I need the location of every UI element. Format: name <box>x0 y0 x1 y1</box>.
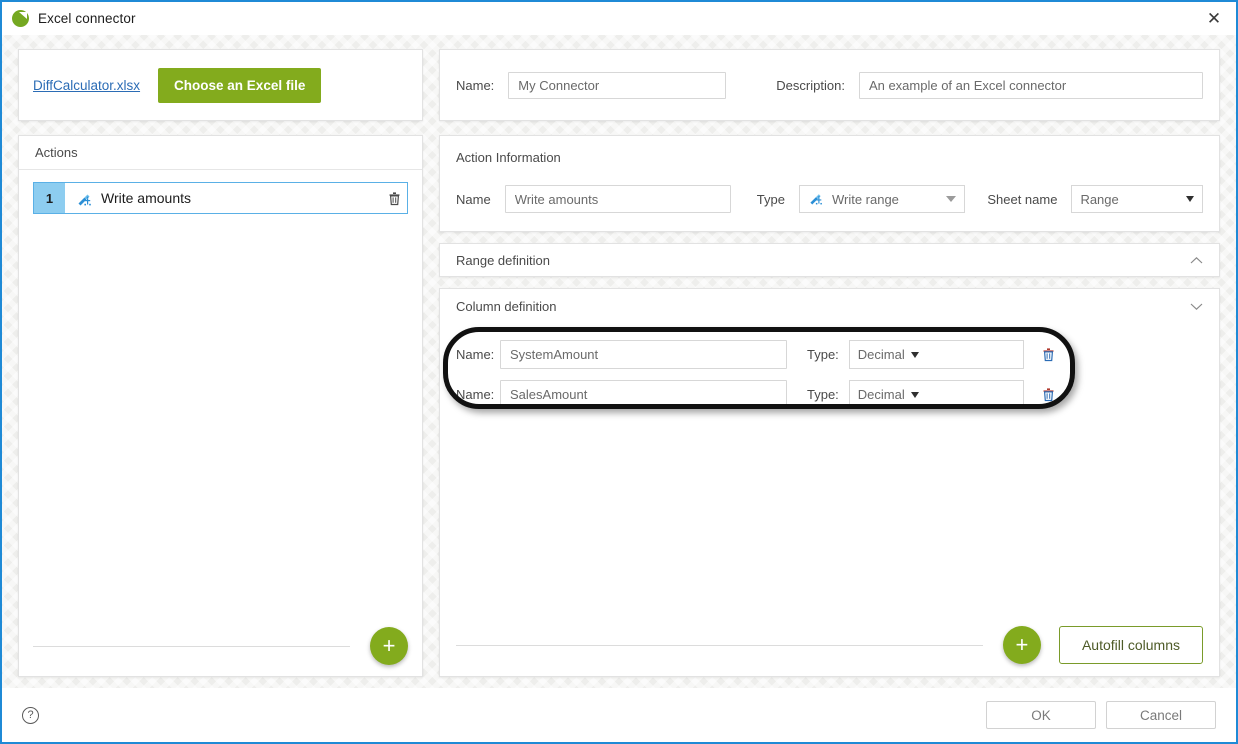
autofill-columns-button[interactable]: Autofill columns <box>1058 626 1203 664</box>
column-type-label: Type: <box>807 387 839 402</box>
action-name-label: Name <box>456 191 491 207</box>
column-name-label: Name: <box>456 347 495 362</box>
excel-file-link[interactable]: DiffCalculator.xlsx <box>33 78 140 93</box>
range-definition-title: Range definition <box>456 252 550 268</box>
add-column-button[interactable]: + <box>1002 626 1041 664</box>
dialog-footer: ? OK Cancel <box>2 688 1236 742</box>
sheet-name-label: Sheet name <box>987 191 1058 207</box>
column-definition-card: Column definition Name: Type: <box>439 288 1220 677</box>
column-name-label: Name: <box>456 387 495 402</box>
column-type-select[interactable]: Decimal <box>848 340 1024 369</box>
help-icon[interactable]: ? <box>22 706 39 724</box>
connector-name-input[interactable] <box>508 71 727 99</box>
connector-meta-card: Name: Description: <box>439 49 1220 121</box>
action-information-title: Action Information <box>456 150 561 165</box>
column-definition-section-header[interactable]: Column definition <box>440 289 1219 323</box>
column-type-select[interactable]: Decimal <box>848 380 1024 409</box>
cancel-button[interactable]: Cancel <box>1106 701 1216 729</box>
action-type-value: Write range <box>831 191 899 207</box>
write-range-icon <box>808 191 824 208</box>
delete-action-trash-icon[interactable] <box>381 191 407 206</box>
add-action-button[interactable]: + <box>370 627 408 665</box>
sheet-name-select[interactable]: Range <box>1071 185 1203 213</box>
top-bar: DiffCalculator.xlsx Choose an Excel file… <box>18 49 1220 121</box>
action-information-card: Action Information Name Type <box>439 135 1220 232</box>
action-name-input[interactable] <box>504 185 731 213</box>
connector-description-label: Description: <box>776 77 845 93</box>
choose-excel-file-button[interactable]: Choose an Excel file <box>158 67 322 103</box>
action-list-item[interactable]: 1 Write amounts <box>33 182 408 214</box>
file-selection-card: DiffCalculator.xlsx Choose an Excel file <box>18 49 423 121</box>
column-definition-row: Name: Type: Decimal <box>456 340 1203 369</box>
chevron-down-icon <box>1190 300 1203 313</box>
action-type-select[interactable]: Write range <box>798 185 966 213</box>
caret-down-icon <box>1186 196 1194 202</box>
column-name-input[interactable] <box>500 380 787 409</box>
caret-down-icon <box>946 196 957 202</box>
main-content: Actions 1 Write amounts + Action Informa… <box>18 135 1220 677</box>
column-definition-title: Column definition <box>456 298 557 314</box>
ok-button[interactable]: OK <box>986 701 1096 729</box>
column-definition-body: Name: Type: Decimal <box>440 323 1219 614</box>
column-definition-row: Name: Type: Decimal <box>456 380 1203 409</box>
column-name-input[interactable] <box>500 340 787 369</box>
actions-panel-footer: + <box>19 616 422 676</box>
connector-description-input[interactable] <box>858 71 1203 99</box>
actions-panel-header: Actions <box>19 136 422 170</box>
action-type-label: Type <box>756 191 785 207</box>
excel-connector-logo-icon <box>12 10 29 27</box>
actions-divider <box>33 645 350 647</box>
chevron-up-icon <box>1190 254 1203 267</box>
range-definition-section-header[interactable]: Range definition <box>439 243 1220 277</box>
title-bar: Excel connector ✕ <box>2 2 1236 35</box>
actions-panel: Actions 1 Write amounts + <box>18 135 423 677</box>
action-detail-column: Action Information Name Type <box>439 135 1220 677</box>
column-definition-divider <box>456 644 983 646</box>
write-range-icon <box>76 191 93 206</box>
delete-column-trash-icon[interactable] <box>1042 347 1055 362</box>
column-type-value: Decimal <box>857 347 905 362</box>
actions-list: 1 Write amounts <box>19 170 422 616</box>
action-list-item-label: Write amounts <box>101 190 191 206</box>
window-title: Excel connector <box>38 11 136 26</box>
action-information-fields: Name Type <box>456 185 1203 213</box>
column-type-label: Type: <box>807 347 839 362</box>
action-index-badge: 1 <box>34 183 65 213</box>
connector-name-label: Name: <box>456 77 495 93</box>
column-type-value: Decimal <box>857 387 905 402</box>
dialog-body: DiffCalculator.xlsx Choose an Excel file… <box>2 35 1236 688</box>
caret-down-icon <box>910 391 919 398</box>
caret-down-icon <box>910 351 919 358</box>
sheet-name-value: Range <box>1080 191 1119 207</box>
column-definition-footer: + Autofill columns <box>440 614 1219 676</box>
excel-connector-window: Excel connector ✕ DiffCalculator.xlsx Ch… <box>0 0 1238 744</box>
delete-column-trash-icon[interactable] <box>1042 387 1055 402</box>
footer-buttons: OK Cancel <box>986 701 1216 729</box>
close-icon[interactable]: ✕ <box>1192 2 1236 35</box>
